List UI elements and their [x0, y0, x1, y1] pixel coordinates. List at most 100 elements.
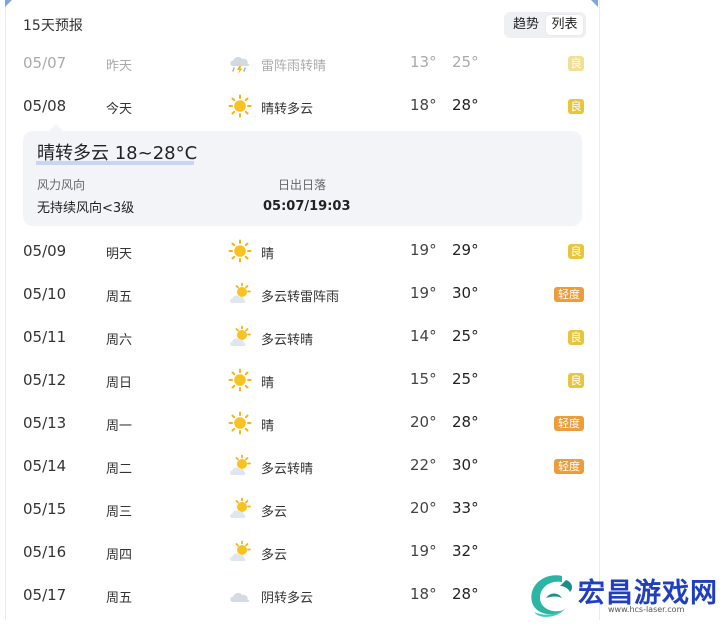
forecast-date: 05/08: [23, 97, 67, 115]
forecast-row[interactable]: 05/12 周日 晴 15° 25° 良: [6, 359, 599, 402]
high-temp: 33°: [452, 499, 479, 517]
partly-cloudy-icon: [228, 325, 252, 349]
low-temp: 15°: [410, 370, 437, 388]
forecast-day: 周四: [106, 548, 133, 563]
low-temp: 18°: [410, 585, 437, 603]
forecast-row[interactable]: 05/09 明天 晴 19° 29° 良: [6, 230, 599, 273]
forecast-day: 周日: [106, 376, 133, 391]
forecast-date: 05/11: [23, 328, 67, 346]
partly-cloudy-icon: [228, 497, 252, 521]
forecast-day: 周六: [106, 333, 133, 348]
forecast-day: 周五: [106, 591, 133, 606]
weather-description: 晴: [261, 376, 275, 391]
forecast-day: 今天: [106, 102, 133, 117]
forecast-title: 15天预报: [23, 18, 83, 34]
forecast-row[interactable]: 05/17 周五 阴转多云 18° 28°: [6, 574, 599, 617]
low-temp: 19°: [410, 542, 437, 560]
detail-pointer: [49, 124, 63, 131]
forecast-date: 05/15: [23, 500, 67, 518]
forecast-row[interactable]: 05/11 周六 多云转晴 14° 25° 良: [6, 316, 599, 359]
high-temp: 29°: [452, 241, 479, 259]
forecast-date: 05/14: [23, 457, 67, 475]
low-temp: 13°: [410, 53, 437, 71]
forecast-row[interactable]: 05/10 周五 多云转雷阵雨 19° 30° 轻度: [6, 273, 599, 316]
sunny-icon: [228, 94, 252, 118]
wind-label: 风力风向: [37, 178, 86, 192]
dragon-logo-icon: [531, 575, 573, 617]
high-temp: 30°: [452, 284, 479, 302]
forecast-date: 05/13: [23, 414, 67, 432]
weather-description: 雷阵雨转晴: [261, 59, 327, 74]
forecast-date: 05/16: [23, 543, 67, 561]
forecast-day: 周二: [106, 462, 133, 477]
weather-description: 多云转晴: [261, 462, 314, 477]
weather-description: 晴转多云: [261, 102, 314, 117]
low-temp: 19°: [410, 241, 437, 259]
forecast-day: 周一: [106, 419, 133, 434]
forecast-date: 05/17: [23, 586, 67, 604]
aqi-badge: 轻度: [554, 459, 584, 474]
forecast-date: 05/10: [23, 285, 67, 303]
forecast-day: 周三: [106, 505, 133, 520]
low-temp: 22°: [410, 456, 437, 474]
weather-description: 多云转雷阵雨: [261, 290, 340, 305]
partly-cloudy-icon: [228, 454, 252, 478]
watermark-logo: 宏昌游戏网 www.hcs-laser.com: [522, 568, 727, 620]
low-temp: 14°: [410, 327, 437, 345]
detail-headline: 晴转多云 18~28°C: [37, 143, 198, 164]
wind-value: 无持续风向<3级: [37, 201, 135, 216]
day-detail-panel: 晴转多云 18~28°C 风力风向 无持续风向<3级 日出日落 05:07/19…: [23, 124, 582, 226]
watermark-site: www.hcs-laser.com: [608, 605, 685, 614]
tab-list[interactable]: 列表: [546, 15, 583, 35]
sunny-icon: [228, 411, 252, 435]
forecast-date: 05/07: [23, 54, 67, 72]
partly-cloudy-icon: [228, 540, 252, 564]
forecast-card: 15天预报 趋势 列表 05/07 昨天 雷阵雨转晴 13° 25° 良 05/08 今天 晴转…: [5, 0, 600, 620]
forecast-row[interactable]: 05/14 周二 多云转晴 22° 30° 轻度: [6, 445, 599, 488]
forecast-row[interactable]: 05/15 周三 多云 20° 33°: [6, 488, 599, 531]
forecast-row[interactable]: 05/16 周四 多云 19° 32°: [6, 531, 599, 574]
weather-description: 多云: [261, 548, 288, 563]
weather-description: 多云: [261, 505, 288, 520]
aqi-badge: 良: [568, 99, 584, 114]
high-temp: 25°: [452, 327, 479, 345]
high-temp: 28°: [452, 96, 479, 114]
weather-description: 晴: [261, 419, 275, 434]
thunder-rain-icon: [228, 51, 252, 75]
sunrise-sunset-value: 05:07/19:03: [263, 199, 351, 214]
high-temp: 28°: [452, 413, 479, 431]
weather-description: 多云转晴: [261, 333, 314, 348]
overcast-icon: [228, 583, 252, 607]
low-temp: 18°: [410, 96, 437, 114]
weather-description: 晴: [261, 247, 275, 262]
aqi-badge: 良: [568, 56, 584, 71]
low-temp: 20°: [410, 413, 437, 431]
low-temp: 19°: [410, 284, 437, 302]
sunrise-sunset-label: 日出日落: [278, 178, 327, 192]
sunny-icon: [228, 368, 252, 392]
sunny-icon: [228, 239, 252, 263]
corner-decoration: [591, 0, 598, 7]
forecast-row[interactable]: 05/13 周一 晴 20° 28° 轻度: [6, 402, 599, 445]
partly-cloudy-icon: [228, 282, 252, 306]
aqi-badge: 轻度: [554, 416, 584, 431]
aqi-badge: 良: [568, 330, 584, 345]
forecast-row[interactable]: 05/08 今天 晴转多云 18° 28° 良: [6, 85, 599, 128]
forecast-day: 明天: [106, 247, 133, 262]
high-temp: 25°: [452, 53, 479, 71]
aqi-badge: 良: [568, 373, 584, 388]
high-temp: 28°: [452, 585, 479, 603]
aqi-badge: 轻度: [554, 287, 584, 302]
weather-description: 阴转多云: [261, 591, 314, 606]
tab-trend[interactable]: 趋势: [507, 15, 545, 35]
forecast-day: 昨天: [106, 59, 133, 74]
forecast-date: 05/09: [23, 242, 67, 260]
aqi-badge: 良: [568, 244, 584, 259]
high-temp: 30°: [452, 456, 479, 474]
corner-decoration: [5, 0, 12, 7]
high-temp: 32°: [452, 542, 479, 560]
forecast-row[interactable]: 05/07 昨天 雷阵雨转晴 13° 25° 良: [6, 42, 599, 85]
high-temp: 25°: [452, 370, 479, 388]
forecast-date: 05/12: [23, 371, 67, 389]
view-toggle: 趋势 列表: [504, 12, 586, 38]
